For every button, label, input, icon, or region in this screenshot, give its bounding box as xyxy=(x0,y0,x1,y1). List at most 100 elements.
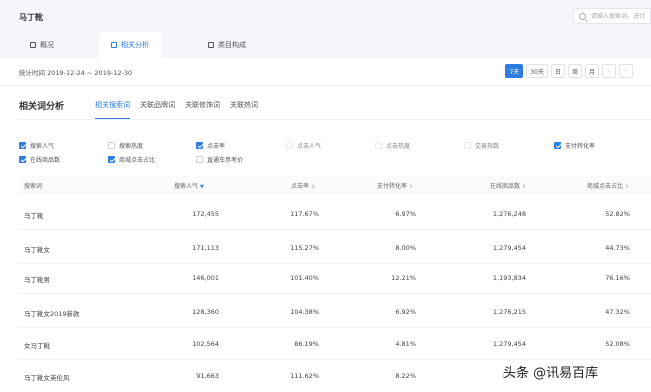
cell-value: 1,193,834 xyxy=(492,274,526,282)
cell-value: 146,001 xyxy=(192,274,219,282)
subtab-hot[interactable]: 关联热词 xyxy=(230,100,258,120)
cell-value: 44.73% xyxy=(605,244,630,252)
subtab-related-search[interactable]: 相关搜索词 xyxy=(95,100,130,120)
checkbox-icon[interactable] xyxy=(464,142,471,149)
cell-value: 172,455 xyxy=(192,210,219,218)
sort-icon[interactable]: ⇅ xyxy=(522,184,526,190)
metric-checkbox[interactable]: 点击热度 xyxy=(375,141,410,150)
stats-range: 统计时间 2019-12-24 ~ 2019-12-30 xyxy=(19,69,133,77)
sort-down-icon[interactable]: ▼ xyxy=(200,184,204,190)
sub-tabs: 相关搜索词 关联品牌词 关联修饰词 关联热词 xyxy=(95,100,258,120)
column-header-sortable[interactable]: 商城点击占比 ⇅ xyxy=(587,181,629,190)
subtab-brand[interactable]: 关联品牌词 xyxy=(140,100,175,120)
cell-keyword[interactable]: 马丁靴女 xyxy=(24,244,50,254)
cell-value: 8.00% xyxy=(395,244,416,252)
period-30d-button[interactable]: 30天 xyxy=(526,64,548,78)
metric-label: 商城点击占比 xyxy=(119,157,156,164)
checkbox-icon[interactable] xyxy=(196,142,203,149)
analysis-icon xyxy=(111,42,117,48)
column-header-sortable[interactable]: 支付转化率 ⇅ xyxy=(377,181,413,190)
period-selector: 7天 30天 日 周 月 ‹ › xyxy=(505,64,633,78)
metric-label: 点击率 xyxy=(207,143,226,150)
overview-icon xyxy=(30,42,36,48)
cell-value: 91,663 xyxy=(196,372,219,380)
metric-label: 搜索人气 xyxy=(30,143,55,150)
cell-value: 76.16% xyxy=(605,274,630,282)
checkbox-icon[interactable] xyxy=(286,142,293,149)
cell-value: 47.32% xyxy=(605,308,630,316)
metric-label: 支付转化率 xyxy=(565,143,596,150)
period-7d-button[interactable]: 7天 xyxy=(505,64,524,78)
column-label: 在线商品数 xyxy=(490,183,521,190)
table-row[interactable]: 女马丁靴 102,564 86.19% 4.81% 1,279,454 52.0… xyxy=(19,326,651,360)
metric-checkbox[interactable]: 在线商品数 xyxy=(19,155,60,164)
table-row[interactable]: 马丁靴女2019新款 128,360 104.38% 6.92% 1,276,2… xyxy=(19,294,651,328)
metric-label: 点击热度 xyxy=(386,143,411,150)
sort-icon[interactable]: ⇅ xyxy=(409,184,413,190)
search-icon[interactable] xyxy=(579,12,586,20)
column-header-sortable[interactable]: 搜索人气 ▼ xyxy=(174,181,204,190)
metric-checkbox[interactable]: 搜索热度 xyxy=(108,141,143,150)
search-input[interactable] xyxy=(591,12,650,20)
search-box[interactable] xyxy=(573,8,651,24)
tab-label: 概况 xyxy=(40,41,54,49)
app-title: 马丁靴 xyxy=(19,13,43,22)
column-label: 商城点击占比 xyxy=(587,183,624,190)
metric-checkbox[interactable]: 点击率 xyxy=(196,141,225,150)
cell-value: 52.82% xyxy=(605,210,630,218)
metric-checkbox[interactable]: 点击人气 xyxy=(286,141,321,150)
cell-keyword[interactable]: 女马丁靴 xyxy=(24,340,50,350)
top-bar: 马丁靴 概况 相关分析 类目构成 xyxy=(0,0,651,58)
cell-keyword[interactable]: 马丁靴女2019新款 xyxy=(24,308,80,318)
table-row[interactable]: 马丁靴女 171,113 115.27% 8.00% 1,279,454 44.… xyxy=(19,230,651,264)
metric-checkbox[interactable]: 支付转化率 xyxy=(554,141,595,150)
cell-value: 117.67% xyxy=(290,210,319,218)
checkbox-icon[interactable] xyxy=(375,142,382,149)
divider xyxy=(19,119,651,120)
metric-checkbox[interactable]: 交易指数 xyxy=(464,141,499,150)
metric-checkbox[interactable]: 搜索人气 xyxy=(19,141,54,150)
section-title: 相关词分析 xyxy=(19,102,65,112)
column-header-sortable[interactable]: 点击率 ⇅ xyxy=(291,181,315,190)
cell-value: 6.92% xyxy=(395,308,416,316)
checkbox-icon[interactable] xyxy=(108,156,115,163)
period-month-button[interactable]: 月 xyxy=(584,64,599,78)
metric-checkbox[interactable]: 商城点击占比 xyxy=(108,155,155,164)
cell-value: 102,564 xyxy=(192,340,219,348)
checkbox-icon[interactable] xyxy=(19,156,26,163)
sort-icon[interactable]: ⇅ xyxy=(625,184,629,190)
column-header-sortable[interactable]: 在线商品数 ⇅ xyxy=(490,181,526,190)
cell-value: 1,276,215 xyxy=(492,308,526,316)
chevron-right-icon[interactable]: › xyxy=(619,64,633,78)
tab-category[interactable]: 类目构成 xyxy=(196,32,258,58)
category-icon xyxy=(208,42,214,48)
column-label: 支付转化率 xyxy=(377,183,408,190)
sort-icon[interactable]: ⇅ xyxy=(311,184,315,190)
checkbox-icon[interactable] xyxy=(19,142,26,149)
period-week-button[interactable]: 周 xyxy=(567,64,582,78)
cell-keyword[interactable]: 马丁靴男 xyxy=(24,274,50,284)
cell-value: 1,279,454 xyxy=(492,340,526,348)
tab-overview[interactable]: 概况 xyxy=(18,32,66,58)
subtab-modifier[interactable]: 关联修饰词 xyxy=(185,100,220,120)
cell-value: 86.19% xyxy=(294,340,319,348)
checkbox-icon[interactable] xyxy=(196,156,203,163)
table-row[interactable]: 马丁靴男 146,001 101.40% 12.21% 1,193,834 76… xyxy=(19,260,651,294)
table-row[interactable]: 马丁靴 172,455 117.67% 6.97% 1,276,248 52.8… xyxy=(19,196,651,230)
cell-value: 171,113 xyxy=(192,244,219,252)
cell-keyword[interactable]: 马丁靴 xyxy=(24,210,44,220)
tab-label: 相关分析 xyxy=(121,41,149,49)
cell-value: 115.27% xyxy=(290,244,319,252)
checkbox-icon[interactable] xyxy=(554,142,561,149)
cell-value: 104.38% xyxy=(290,308,319,316)
period-day-button[interactable]: 日 xyxy=(550,64,565,78)
checkbox-icon[interactable] xyxy=(108,142,115,149)
watermark: 头条 @讯易百库 xyxy=(500,362,602,381)
tab-label: 类目构成 xyxy=(218,41,246,49)
cell-value: 111.62% xyxy=(290,372,319,380)
cell-keyword[interactable]: 马丁靴女英伦风 xyxy=(24,372,70,382)
metric-checkbox[interactable]: 直通车参考价 xyxy=(196,155,243,164)
cell-value: 8.22% xyxy=(395,372,416,380)
tab-analysis[interactable]: 相关分析 xyxy=(99,32,161,58)
chevron-left-icon[interactable]: ‹ xyxy=(602,64,616,78)
